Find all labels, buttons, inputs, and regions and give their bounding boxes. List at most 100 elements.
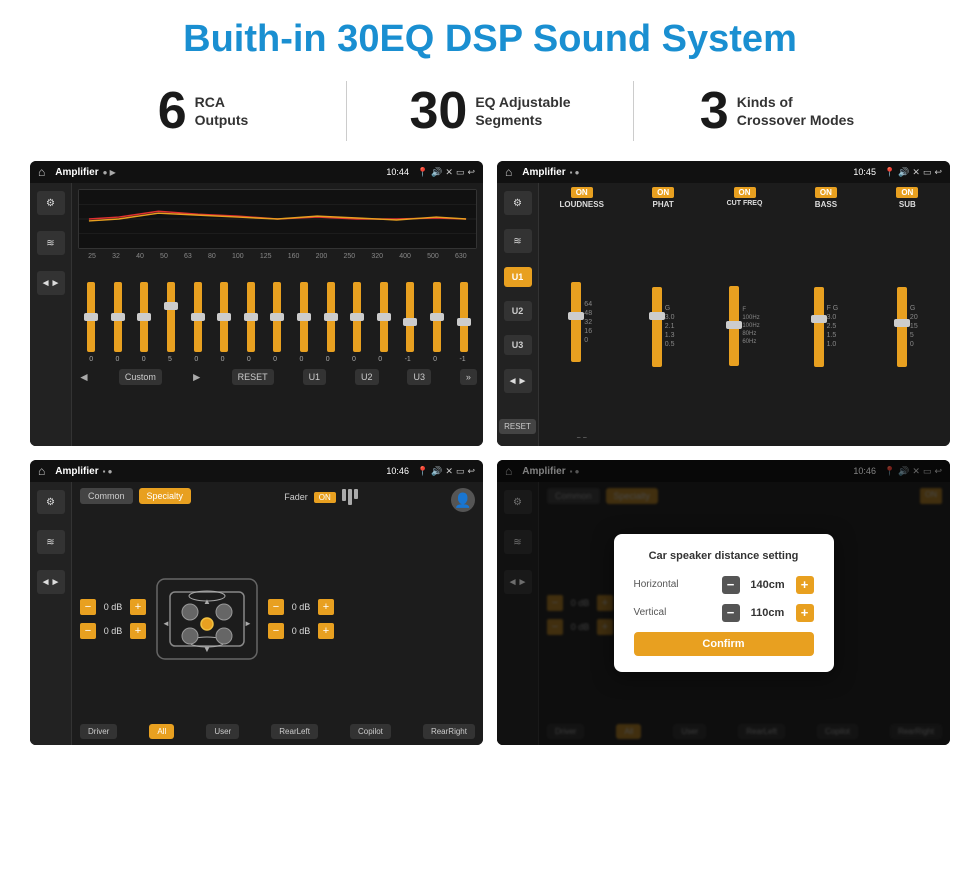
cross-col-phat: ON PHAT G 3.0 2.1 1.3 0.5 [624, 187, 701, 442]
slider-6[interactable] [220, 282, 228, 352]
user-btn[interactable]: User [206, 724, 239, 739]
stat-crossover-number: 3 [700, 85, 729, 137]
cutfreq-on[interactable]: ON [734, 187, 756, 198]
bass-slider[interactable]: F G 3.0 2.5 1.5 1.0 [814, 211, 839, 442]
horizontal-minus[interactable]: − [722, 576, 740, 594]
loudness-slider[interactable]: 64 48 32 16 0 [571, 211, 592, 433]
status-icons-1: 📍 🔊 ✕ ▭ ↩ [417, 167, 475, 178]
spk-ctrl-2[interactable]: ≋ [37, 530, 65, 554]
db-plus-bl[interactable]: + [130, 623, 146, 639]
reset-cross-btn[interactable]: RESET [499, 419, 536, 434]
driver-btn[interactable]: Driver [80, 724, 117, 739]
cross-ctrl-2[interactable]: ≋ [504, 229, 532, 253]
sub-slider[interactable]: G 20 15 5 0 [897, 211, 918, 442]
slider-4[interactable] [167, 282, 175, 352]
db-minus-tr[interactable]: − [268, 599, 284, 615]
cross-ctrl-3[interactable]: ◄► [504, 369, 532, 393]
u1-side-btn[interactable]: U1 [504, 267, 532, 287]
screen3-body: ⚙ ≋ ◄► Common Specialty Fader ON [30, 482, 483, 745]
vertical-plus[interactable]: + [796, 604, 814, 622]
left-controls-1: ⚙ ≋ ◄► [30, 183, 72, 446]
rearleft-btn[interactable]: RearLeft [271, 724, 318, 739]
screen1-body: ⚙ ≋ ◄► [30, 183, 483, 446]
u3-btn-1[interactable]: U3 [407, 369, 431, 385]
eq-ctrl-btn-3[interactable]: ◄► [37, 271, 65, 295]
tab-specialty-3[interactable]: Specialty [139, 488, 192, 504]
custom-btn[interactable]: Custom [119, 369, 162, 385]
back-icon-3[interactable]: ↩ [467, 466, 475, 477]
back-icon-1[interactable]: ↩ [467, 167, 475, 178]
u3-side-btn[interactable]: U3 [504, 335, 532, 355]
person-icon-3[interactable]: 👤 [451, 488, 475, 512]
slider-11[interactable] [353, 282, 361, 352]
horizontal-plus[interactable]: + [796, 576, 814, 594]
close-icon-2: ✕ [912, 167, 920, 178]
slider-10[interactable] [327, 282, 335, 352]
slider-1[interactable] [87, 282, 95, 352]
expand-btn[interactable]: » [460, 369, 477, 385]
sub-on[interactable]: ON [896, 187, 918, 198]
db-plus-tr[interactable]: + [318, 599, 334, 615]
vertical-minus[interactable]: − [722, 604, 740, 622]
slider-14[interactable] [433, 282, 441, 352]
all-btn[interactable]: All [149, 724, 174, 739]
u2-btn-1[interactable]: U2 [355, 369, 379, 385]
fader-on-badge[interactable]: ON [314, 492, 336, 503]
stat-eq-label: EQ AdjustableSegments [475, 93, 570, 129]
spk-ctrl-1[interactable]: ⚙ [37, 490, 65, 514]
slider-13[interactable] [406, 282, 414, 352]
slider-12[interactable] [380, 282, 388, 352]
phat-on[interactable]: ON [652, 187, 674, 198]
db-plus-br[interactable]: + [318, 623, 334, 639]
tab-common-3[interactable]: Common [80, 488, 133, 504]
home-icon-3[interactable]: ⌂ [38, 464, 45, 478]
phat-label: PHAT [653, 200, 674, 209]
vertical-value: 110cm [745, 607, 791, 619]
db-control-br: − 0 dB + [268, 623, 334, 639]
tab-row-3: Common Specialty [80, 488, 191, 504]
screen-crossover: ⌂ Amplifier ▪ ● 10:45 📍 🔊 ✕ ▭ ↩ ⚙ ≋ U1 U… [497, 161, 950, 446]
stat-eq: 30 EQ AdjustableSegments [347, 85, 633, 137]
next-btn[interactable]: ► [191, 370, 203, 384]
loudness-on[interactable]: ON [571, 187, 593, 198]
status-bar-3: ⌂ Amplifier ▪ ● 10:46 📍 🔊 ✕ ▭ ↩ [30, 460, 483, 482]
reset-btn-1[interactable]: RESET [232, 369, 274, 385]
status-bar-1: ⌂ Amplifier ● ▶ 10:44 📍 🔊 ✕ ▭ ↩ [30, 161, 483, 183]
slider-9[interactable] [300, 282, 308, 352]
slider-7[interactable] [247, 282, 255, 352]
db-val-tr: 0 dB [287, 602, 315, 612]
phat-slider[interactable]: G 3.0 2.1 1.3 0.5 [652, 211, 675, 442]
home-icon-1[interactable]: ⌂ [38, 165, 45, 179]
cutfreq-slider[interactable]: F 100Hz 100Hz 80Hz 60Hz [729, 209, 759, 442]
confirm-button[interactable]: Confirm [634, 632, 814, 656]
db-control-tl: − 0 dB + [80, 599, 146, 615]
spk-ctrl-3[interactable]: ◄► [37, 570, 65, 594]
db-minus-bl[interactable]: − [80, 623, 96, 639]
eq-ctrl-btn-2[interactable]: ≋ [37, 231, 65, 255]
slider-2[interactable] [114, 282, 122, 352]
u2-side-btn[interactable]: U2 [504, 301, 532, 321]
eq-ctrl-btn-1[interactable]: ⚙ [37, 191, 65, 215]
time-1: 10:44 [386, 167, 409, 177]
cross-ctrl-1[interactable]: ⚙ [504, 191, 532, 215]
slider-values: 00050 00000 00-10-1 [78, 356, 477, 363]
app-title-1: Amplifier [55, 167, 98, 178]
page-title: Buith-in 30EQ DSP Sound System [0, 0, 980, 71]
dialog-title: Car speaker distance setting [634, 550, 814, 562]
copilot-btn[interactable]: Copilot [350, 724, 391, 739]
stat-rca: 6 RCAOutputs [60, 85, 346, 137]
u1-btn-1[interactable]: U1 [303, 369, 327, 385]
home-icon-2[interactable]: ⌂ [505, 165, 512, 179]
db-minus-br[interactable]: − [268, 623, 284, 639]
vertical-control: − 110cm + [722, 604, 814, 622]
slider-8[interactable] [273, 282, 281, 352]
prev-btn[interactable]: ◄ [78, 370, 90, 384]
back-icon-2[interactable]: ↩ [934, 167, 942, 178]
db-minus-tl[interactable]: − [80, 599, 96, 615]
slider-3[interactable] [140, 282, 148, 352]
rearright-btn[interactable]: RearRight [423, 724, 475, 739]
db-plus-tl[interactable]: + [130, 599, 146, 615]
slider-15[interactable] [460, 282, 468, 352]
slider-5[interactable] [194, 282, 202, 352]
bass-on[interactable]: ON [815, 187, 837, 198]
